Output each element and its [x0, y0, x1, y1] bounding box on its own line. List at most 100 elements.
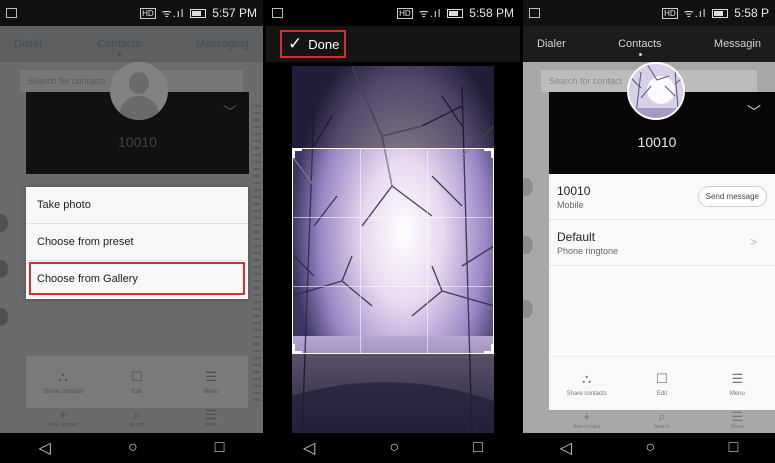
hd-icon: HD — [140, 7, 156, 19]
hd-icon: HD — [397, 7, 413, 19]
recent-apps-icon[interactable]: □ — [473, 439, 483, 457]
ringtone-row[interactable]: Default Phone ringtone > — [549, 220, 775, 266]
battery-icon — [447, 8, 464, 18]
crop-handle[interactable] — [484, 148, 494, 158]
done-label: Done — [308, 36, 340, 52]
avatar[interactable] — [110, 62, 168, 120]
status-time: 5:58 PM — [469, 6, 514, 20]
avatar[interactable] — [627, 62, 685, 120]
battery-icon — [190, 8, 207, 18]
signal-icon: ᯤ.ıl — [418, 7, 442, 20]
search-button[interactable]: ⌕ Search — [100, 408, 174, 434]
list-action-bar: + New contact ⌕ Search ☰ Menu — [549, 410, 775, 434]
tab-bar: Dialer Contacts Messaging — [0, 26, 263, 62]
grid-line — [427, 149, 428, 353]
edit-button[interactable]: ☐ Edit — [624, 357, 699, 410]
tab-contacts[interactable]: Contacts — [98, 38, 141, 56]
status-time: 5:57 PM — [212, 6, 257, 20]
action-label: Menu — [731, 424, 744, 430]
menu-button[interactable]: ☰ Menu — [174, 356, 248, 408]
edit-icon: ☐ — [656, 370, 668, 386]
tab-contacts[interactable]: Contacts — [618, 38, 662, 56]
signal-icon: ᯤ.ıl — [683, 7, 707, 20]
new-contact-button[interactable]: + New contact — [26, 408, 100, 434]
list-menu-button[interactable]: ☰ Menu — [700, 410, 775, 434]
plus-icon: + — [59, 407, 67, 422]
menu-button[interactable]: ☰ Menu — [700, 357, 775, 410]
grid-line — [293, 286, 493, 287]
contact-details-sheet: 10010 Mobile Send message Default Phone … — [549, 174, 775, 410]
tab-dialer[interactable]: Dialer — [537, 38, 566, 50]
crop-frame[interactable] — [292, 148, 494, 354]
recent-apps-icon[interactable]: □ — [729, 439, 739, 457]
choose-preset-option[interactable]: Choose from preset — [26, 224, 248, 261]
recent-apps-icon[interactable]: □ — [215, 439, 225, 457]
status-bar: HD ᯤ.ıl 5:58 P — [523, 0, 775, 26]
nav-bar: ◁ ○ □ — [0, 433, 263, 463]
status-time: 5:58 P — [734, 6, 769, 20]
battery-icon — [712, 8, 729, 18]
home-icon[interactable]: ○ — [645, 439, 655, 457]
take-photo-option[interactable]: Take photo — [26, 187, 248, 224]
share-icon: ⛬ — [582, 370, 592, 386]
chevron-down-icon[interactable]: ﹀ — [747, 102, 761, 122]
screenshot-icon — [272, 8, 283, 18]
home-icon[interactable]: ○ — [128, 439, 138, 457]
ringtone-label: Phone ringtone — [557, 246, 619, 256]
tab-messaging[interactable]: Messaging — [196, 38, 249, 50]
menu-icon: ☰ — [205, 407, 217, 422]
action-label: New contact — [572, 424, 601, 430]
chevron-down-icon[interactable]: ﹀ — [223, 102, 237, 122]
crop-handle[interactable] — [292, 148, 302, 158]
grid-line — [293, 217, 493, 218]
nav-bar: ◁ ○ □ — [266, 433, 520, 463]
search-icon: ⌕ — [133, 407, 141, 422]
back-icon[interactable]: ◁ — [303, 438, 315, 458]
phone-row[interactable]: 10010 Mobile Send message — [549, 174, 775, 220]
screenshot-icon — [6, 8, 17, 18]
action-label: Menu — [729, 390, 745, 397]
action-label: Share contacts — [42, 389, 84, 395]
plus-icon: + — [582, 409, 591, 424]
action-label: Search — [129, 422, 145, 428]
choose-gallery-option[interactable]: Choose from Gallery — [29, 262, 245, 295]
index-scrollbar[interactable] — [253, 100, 261, 403]
crop-shade-top — [292, 66, 494, 148]
photo-source-dialog: Take photo Choose from preset Choose fro… — [26, 187, 248, 299]
search-icon: ⌕ — [658, 409, 666, 424]
status-bar: HD ᯤ.ıl 5:58 PM — [266, 0, 520, 26]
action-label: Search — [654, 424, 670, 430]
nav-bar: ◁ ○ □ — [523, 433, 775, 463]
hd-icon: HD — [662, 7, 678, 19]
done-button[interactable]: ✓ Done — [280, 30, 346, 58]
crop-toolbar: ✓ Done — [266, 26, 520, 62]
menu-icon: ☰ — [731, 409, 744, 424]
crop-handle[interactable] — [292, 344, 302, 354]
screen-crop-photo: HD ᯤ.ıl 5:58 PM ✓ Done ◁ ○ □ — [266, 0, 520, 463]
list-menu-button[interactable]: ☰ Menu — [174, 408, 248, 434]
menu-icon: ☰ — [205, 369, 217, 384]
share-icon: ⛬ — [58, 369, 68, 384]
share-contacts-button[interactable]: ⛬ Share contacts — [26, 356, 100, 408]
share-contacts-button[interactable]: ⛬ Share contacts — [549, 357, 624, 410]
search-button[interactable]: ⌕ Search — [624, 410, 699, 434]
back-icon[interactable]: ◁ — [39, 438, 51, 458]
crop-handle[interactable] — [484, 344, 494, 354]
grid-line — [360, 149, 361, 353]
status-bar: HD ᯤ.ıl 5:57 PM — [0, 0, 263, 26]
photo-preview[interactable] — [292, 66, 494, 436]
new-contact-button[interactable]: + New contact — [549, 410, 624, 434]
crop-shade-bottom — [292, 354, 494, 436]
list-action-bar: + New contact ⌕ Search ☰ Menu — [26, 408, 248, 434]
contact-number: 10010 — [637, 134, 677, 150]
screenshot-icon — [529, 8, 540, 18]
tab-messaging[interactable]: Messagin — [714, 38, 761, 50]
home-icon[interactable]: ○ — [389, 439, 399, 457]
back-icon[interactable]: ◁ — [560, 438, 572, 458]
send-message-button[interactable]: Send message — [697, 186, 767, 207]
action-label: Menu — [203, 389, 219, 395]
tab-dialer[interactable]: Dialer — [14, 38, 43, 50]
contact-number: 10010 — [118, 134, 157, 150]
contact-action-bar: ⛬ Share contacts ☐ Edit ☰ Menu — [26, 356, 248, 408]
edit-button[interactable]: ☐ Edit — [100, 356, 174, 408]
